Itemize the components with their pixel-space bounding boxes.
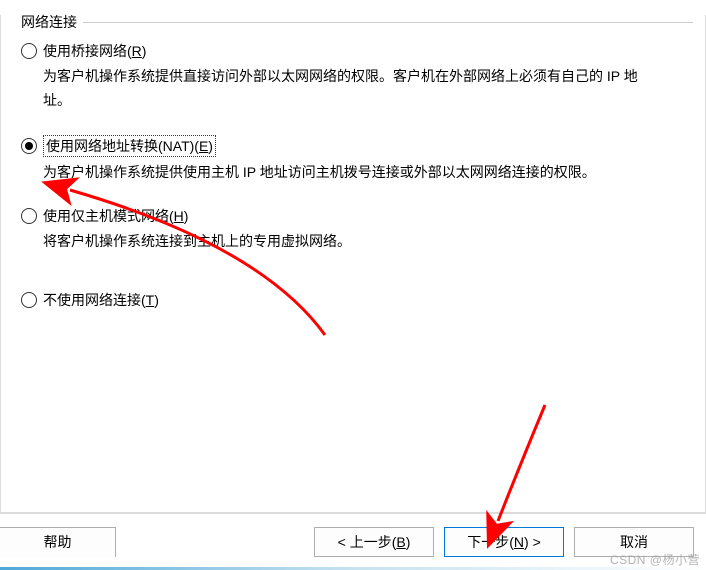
option-hostonly: 使用仅主机模式网络(H) 将客户机操作系统连接到主机上的专用虚拟网络。 — [21, 206, 685, 254]
option-bridge: 使用桥接网络(R) 为客户机操作系统提供直接访问外部以太网网络的权限。客户机在外… — [21, 41, 685, 113]
network-panel: 网络连接 使用桥接网络(R) 为客户机操作系统提供直接访问外部以太网网络的权限。… — [0, 15, 706, 513]
back-button[interactable]: < 上一步(B) — [314, 527, 434, 557]
radio-icon — [21, 208, 37, 224]
radio-none-label: 不使用网络连接(T) — [43, 290, 159, 310]
help-button[interactable]: 帮助 — [0, 527, 116, 557]
radio-hostonly[interactable]: 使用仅主机模式网络(H) — [21, 206, 685, 226]
option-hostonly-desc: 将客户机操作系统连接到主机上的专用虚拟网络。 — [43, 230, 663, 254]
button-bar: 帮助 < 上一步(B) 下一步(N) > 取消 — [0, 513, 706, 569]
option-nat: 使用网络地址转换(NAT)(E) 为客户机操作系统提供使用主机 IP 地址访问主… — [21, 135, 685, 185]
radio-nat-label: 使用网络地址转换(NAT)(E) — [43, 135, 216, 157]
options-container: 使用桥接网络(R) 为客户机操作系统提供直接访问外部以太网网络的权限。客户机在外… — [13, 23, 693, 310]
option-none: 不使用网络连接(T) — [21, 290, 685, 310]
option-nat-desc: 为客户机操作系统提供使用主机 IP 地址访问主机拨号连接或外部以太网网络连接的权… — [43, 161, 663, 185]
radio-bridge[interactable]: 使用桥接网络(R) — [21, 41, 685, 61]
option-bridge-desc: 为客户机操作系统提供直接访问外部以太网网络的权限。客户机在外部网络上必须有自己的… — [43, 65, 663, 113]
radio-hostonly-label: 使用仅主机模式网络(H) — [43, 206, 188, 226]
radio-icon — [21, 138, 37, 154]
next-button[interactable]: 下一步(N) > — [444, 527, 564, 557]
group-separator — [83, 22, 693, 23]
watermark: CSDN @杨小营 — [610, 551, 700, 568]
radio-icon — [21, 292, 37, 308]
network-group: 网络连接 使用桥接网络(R) 为客户机操作系统提供直接访问外部以太网网络的权限。… — [13, 15, 693, 310]
radio-none[interactable]: 不使用网络连接(T) — [21, 290, 685, 310]
radio-nat[interactable]: 使用网络地址转换(NAT)(E) — [21, 135, 685, 157]
group-title: 网络连接 — [17, 12, 81, 32]
radio-icon — [21, 43, 37, 59]
radio-bridge-label: 使用桥接网络(R) — [43, 41, 146, 61]
